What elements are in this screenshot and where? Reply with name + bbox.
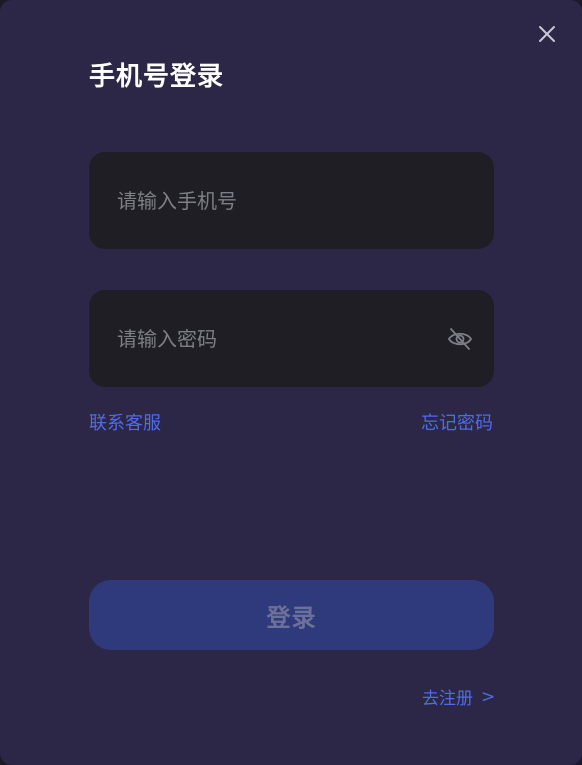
phone-field [89, 152, 494, 249]
password-input[interactable] [117, 290, 437, 387]
contact-support-link[interactable]: 联系客服 [89, 409, 161, 435]
password-field [89, 290, 494, 387]
login-button[interactable]: 登录 [89, 580, 494, 650]
register-label: 去注册 [422, 689, 473, 709]
chevron-right-icon: > [481, 686, 496, 707]
login-dialog: 手机号登录 联系客服 忘记密码 登录 去注册 > [0, 0, 582, 765]
close-icon [539, 26, 555, 42]
eye-off-icon [447, 328, 473, 350]
password-visibility-toggle[interactable] [446, 325, 474, 353]
page-title: 手机号登录 [89, 62, 225, 92]
register-link[interactable]: 去注册 > [422, 684, 496, 710]
forgot-password-link[interactable]: 忘记密码 [421, 409, 493, 435]
close-button[interactable] [533, 20, 561, 48]
phone-input[interactable] [117, 152, 437, 249]
